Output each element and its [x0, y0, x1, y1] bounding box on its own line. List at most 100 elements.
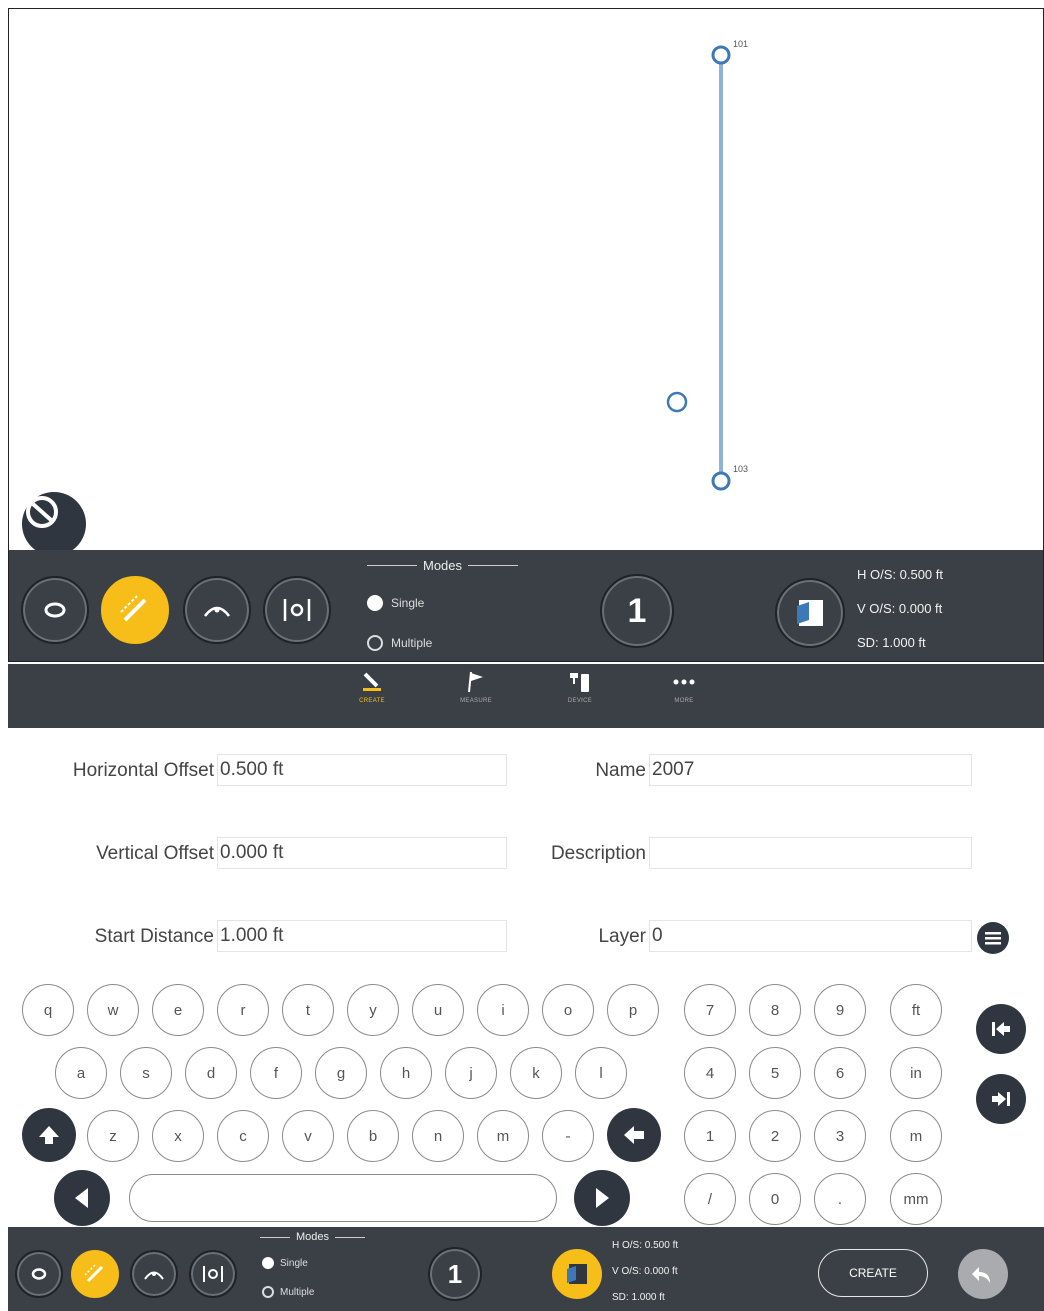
- center-tool-button[interactable]: [263, 576, 331, 644]
- key-r[interactable]: r: [217, 984, 269, 1036]
- key-w[interactable]: w: [87, 984, 139, 1036]
- point-marker-top: [711, 45, 731, 65]
- key-z[interactable]: z: [87, 1110, 139, 1162]
- key-slash[interactable]: /: [684, 1173, 736, 1225]
- v-offset-readout-small: V O/S: 0.000 ft: [612, 1266, 678, 1277]
- key-ft[interactable]: ft: [890, 984, 942, 1036]
- offset-settings-button-small[interactable]: [552, 1249, 602, 1299]
- mode-single-label-small: Single: [280, 1257, 308, 1269]
- key-dash[interactable]: -: [542, 1110, 594, 1162]
- key-y[interactable]: y: [347, 984, 399, 1036]
- key-6[interactable]: 6: [814, 1047, 866, 1099]
- undo-icon: [972, 1267, 990, 1283]
- key-q[interactable]: q: [22, 984, 74, 1036]
- next-field-button[interactable]: [976, 1074, 1026, 1124]
- point-count-button[interactable]: 1: [600, 574, 674, 648]
- mode-single-radio[interactable]: Single: [367, 595, 424, 611]
- key-mm[interactable]: mm: [890, 1173, 942, 1225]
- tab-device[interactable]: DEVICE: [550, 670, 610, 722]
- shift-arrow-icon: [39, 1126, 59, 1144]
- key-m[interactable]: m: [477, 1110, 529, 1162]
- key-period[interactable]: .: [814, 1173, 866, 1225]
- center-tool-button-small[interactable]: [189, 1250, 237, 1298]
- point-count-button-small[interactable]: 1: [428, 1247, 482, 1301]
- point-count: 1: [627, 591, 647, 630]
- tab-measure[interactable]: MEASURE: [446, 670, 506, 722]
- cancel-button[interactable]: [22, 492, 86, 556]
- key-k[interactable]: k: [510, 1047, 562, 1099]
- key-f[interactable]: f: [250, 1047, 302, 1099]
- cursor-left-key[interactable]: [54, 1170, 110, 1226]
- shift-key[interactable]: [22, 1108, 76, 1162]
- space-key[interactable]: [129, 1174, 557, 1222]
- offset-line-icon: [84, 1263, 104, 1283]
- map-drawing: [666, 45, 731, 491]
- key-a[interactable]: a: [55, 1047, 107, 1099]
- layer-field[interactable]: 0: [649, 920, 972, 952]
- offset-line-tool-button[interactable]: [101, 576, 169, 644]
- offset-line-tool-button-small[interactable]: [71, 1250, 119, 1298]
- key-x[interactable]: x: [152, 1110, 204, 1162]
- key-5[interactable]: 5: [749, 1047, 801, 1099]
- device-icon: [570, 673, 589, 692]
- key-g[interactable]: g: [315, 1047, 367, 1099]
- map-canvas[interactable]: 101 103: [9, 9, 1043, 556]
- key-o[interactable]: o: [542, 984, 594, 1036]
- ellipse-icon: [31, 1268, 47, 1280]
- undo-button[interactable]: [958, 1249, 1008, 1299]
- layer-list-button[interactable]: [977, 922, 1009, 954]
- key-in[interactable]: in: [890, 1047, 942, 1099]
- backspace-key[interactable]: [607, 1108, 661, 1162]
- arc-tool-button-small[interactable]: [130, 1250, 178, 1298]
- select-tool-button[interactable]: [21, 576, 89, 644]
- h-offset-readout-small: H O/S: 0.500 ft: [612, 1240, 679, 1251]
- key-3[interactable]: 3: [814, 1110, 866, 1162]
- start-distance-field[interactable]: 1.000 ft: [217, 920, 507, 952]
- offset-settings-button[interactable]: [775, 578, 845, 648]
- key-1[interactable]: 1: [684, 1110, 736, 1162]
- key-4[interactable]: 4: [684, 1047, 736, 1099]
- previous-field-button[interactable]: [976, 1004, 1026, 1054]
- key-p[interactable]: p: [607, 984, 659, 1036]
- key-l[interactable]: l: [575, 1047, 627, 1099]
- key-v[interactable]: v: [282, 1110, 334, 1162]
- key-m-unit[interactable]: m: [890, 1110, 942, 1162]
- mode-multiple-label-small: Multiple: [280, 1286, 315, 1298]
- key-9[interactable]: 9: [814, 984, 866, 1036]
- tab-create[interactable]: CREATE: [342, 670, 402, 722]
- vertical-offset-field[interactable]: 0.000 ft: [217, 837, 507, 869]
- start-distance-readout-small: SD: 1.000 ft: [612, 1292, 665, 1303]
- tab-more[interactable]: MORE: [654, 670, 714, 722]
- mode-single-radio-small[interactable]: Single: [262, 1257, 308, 1269]
- offset-settings-icon: [797, 600, 823, 626]
- description-field[interactable]: [649, 837, 972, 869]
- key-u[interactable]: u: [412, 984, 464, 1036]
- key-b[interactable]: b: [347, 1110, 399, 1162]
- key-7[interactable]: 7: [684, 984, 736, 1036]
- key-2[interactable]: 2: [749, 1110, 801, 1162]
- key-d[interactable]: d: [185, 1047, 237, 1099]
- key-i[interactable]: i: [477, 984, 529, 1036]
- key-e[interactable]: e: [152, 984, 204, 1036]
- select-tool-button-small[interactable]: [15, 1250, 63, 1298]
- key-0[interactable]: 0: [749, 1173, 801, 1225]
- left-triangle-icon: [75, 1188, 88, 1208]
- key-c[interactable]: c: [217, 1110, 269, 1162]
- create-button[interactable]: CREATE: [818, 1249, 928, 1297]
- tab-bar: CREATE MEASURE DEVICE MORE: [8, 664, 1044, 728]
- key-t[interactable]: t: [282, 984, 334, 1036]
- key-h[interactable]: h: [380, 1047, 432, 1099]
- key-n[interactable]: n: [412, 1110, 464, 1162]
- key-j[interactable]: j: [445, 1047, 497, 1099]
- cursor-right-key[interactable]: [574, 1170, 630, 1226]
- mode-multiple-radio[interactable]: Multiple: [367, 635, 432, 651]
- next-field-icon: [992, 1092, 1010, 1106]
- mode-multiple-radio-small[interactable]: Multiple: [262, 1286, 314, 1298]
- point-label-bottom: 103: [733, 464, 749, 474]
- name-field[interactable]: 2007: [649, 754, 972, 786]
- horizontal-offset-field[interactable]: 0.500 ft: [217, 754, 507, 786]
- key-8[interactable]: 8: [749, 984, 801, 1036]
- key-s[interactable]: s: [120, 1047, 172, 1099]
- bottom-screen: CREATE MEASURE DEVICE MORE Horizontal Of…: [8, 664, 1044, 1311]
- arc-tool-button[interactable]: [183, 576, 251, 644]
